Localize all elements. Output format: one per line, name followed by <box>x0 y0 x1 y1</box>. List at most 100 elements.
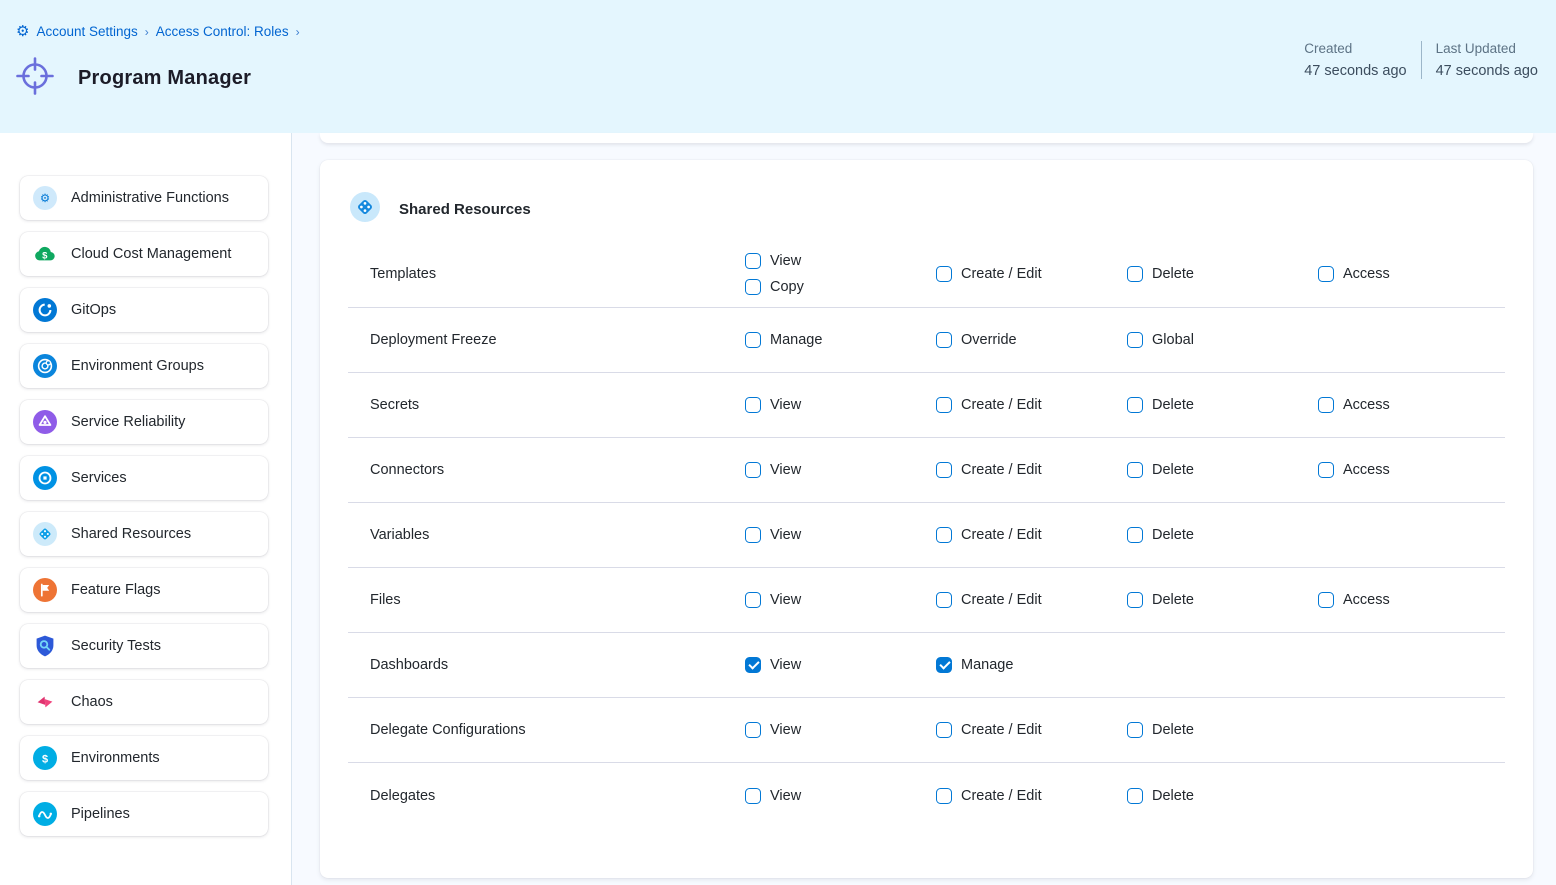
breadcrumb-access-control-roles[interactable]: Access Control: Roles <box>156 24 289 39</box>
permission-row-dashboards: DashboardsViewManage <box>348 633 1505 698</box>
sidebar-item-cloud-cost-management[interactable]: $Cloud Cost Management <box>20 232 268 276</box>
checkbox-delegate-configurations-delete[interactable] <box>1127 722 1143 738</box>
title-row: Program Manager <box>13 54 251 103</box>
permission-option: View <box>745 657 936 673</box>
permission-cell: Manage <box>936 645 1127 685</box>
permission-label: Copy <box>770 279 804 295</box>
checkbox-connectors-access[interactable] <box>1318 462 1334 478</box>
sidebar-item-environments[interactable]: $Environments <box>20 736 268 780</box>
sidebar-item-feature-flags[interactable]: Feature Flags <box>20 568 268 612</box>
checkbox-secrets-view[interactable] <box>745 397 761 413</box>
checkbox-secrets-access[interactable] <box>1318 397 1334 413</box>
section-header: Shared Resources <box>350 192 1505 227</box>
checkbox-templates-view[interactable] <box>745 253 761 269</box>
permission-label: Access <box>1343 397 1390 413</box>
permission-option: Create / Edit <box>936 592 1127 608</box>
checkbox-files-access[interactable] <box>1318 592 1334 608</box>
created-label: Created <box>1304 41 1406 56</box>
permission-cell <box>1318 328 1509 352</box>
permission-label: Global <box>1152 332 1194 348</box>
svg-text:⚙: ⚙ <box>40 193 50 205</box>
permission-option: Access <box>1318 462 1509 478</box>
sidebar-item-shared-resources[interactable]: Shared Resources <box>20 512 268 556</box>
sidebar-item-chaos[interactable]: Chaos <box>20 680 268 724</box>
permission-cell: Create / Edit <box>936 710 1127 750</box>
sidebar-item-gitops[interactable]: GitOps <box>20 288 268 332</box>
created-value: 47 seconds ago <box>1304 63 1406 79</box>
permission-option: View <box>745 397 936 413</box>
sidebar-item-services[interactable]: Services <box>20 456 268 500</box>
permission-cell: View <box>745 776 936 816</box>
checkbox-variables-create-edit[interactable] <box>936 527 952 543</box>
checkbox-delegates-view[interactable] <box>745 788 761 804</box>
checkbox-variables-view[interactable] <box>745 527 761 543</box>
permission-label: View <box>770 527 801 543</box>
checkbox-delegate-configurations-view[interactable] <box>745 722 761 738</box>
checkbox-secrets-create-edit[interactable] <box>936 397 952 413</box>
sidebar-item-environment-groups[interactable]: Environment Groups <box>20 344 268 388</box>
permission-label: Create / Edit <box>961 527 1042 543</box>
sidebar-item-label: GitOps <box>71 302 116 318</box>
checkbox-connectors-create-edit[interactable] <box>936 462 952 478</box>
checkbox-connectors-delete[interactable] <box>1127 462 1143 478</box>
permission-label: Delete <box>1152 592 1194 608</box>
sidebar-item-service-reliability[interactable]: Service Reliability <box>20 400 268 444</box>
checkbox-dashboards-manage[interactable] <box>936 657 952 673</box>
breadcrumb-account-settings[interactable]: Account Settings <box>36 24 137 39</box>
checkbox-deployment-freeze-manage[interactable] <box>745 332 761 348</box>
checkbox-deployment-freeze-override[interactable] <box>936 332 952 348</box>
permission-label: Delete <box>1152 527 1194 543</box>
checkbox-files-delete[interactable] <box>1127 592 1143 608</box>
breadcrumb: ⚙ Account Settings › Access Control: Rol… <box>16 24 300 39</box>
gear-icon: ⚙ <box>16 24 29 39</box>
checkbox-files-create-edit[interactable] <box>936 592 952 608</box>
permission-cell: Access <box>1318 385 1509 425</box>
checkbox-variables-delete[interactable] <box>1127 527 1143 543</box>
permission-label: View <box>770 397 801 413</box>
checkbox-delegates-create-edit[interactable] <box>936 788 952 804</box>
chaos-icon <box>33 690 57 714</box>
role-crosshair-icon <box>13 54 57 103</box>
last-updated-label: Last Updated <box>1436 41 1538 56</box>
resource-label: Connectors <box>370 462 745 478</box>
sidebar-item-label: Administrative Functions <box>71 190 229 206</box>
sidebar-item-label: Chaos <box>71 694 113 710</box>
permission-cell <box>1318 718 1509 742</box>
checkbox-files-view[interactable] <box>745 592 761 608</box>
checkbox-templates-copy[interactable] <box>745 279 761 295</box>
permission-cell: Delete <box>1127 515 1318 555</box>
resource-label: Variables <box>370 527 745 543</box>
sidebar-item-security-tests[interactable]: Security Tests <box>20 624 268 668</box>
permission-option: Global <box>1127 332 1318 348</box>
services-icon <box>33 466 57 490</box>
app-body: ⚙ Administrative Functions $Cloud Cost Man… <box>0 133 1556 885</box>
permission-cell: Create / Edit <box>936 385 1127 425</box>
resource-label: Delegates <box>370 788 745 804</box>
permission-label: View <box>770 253 801 269</box>
checkbox-delegate-configurations-create-edit[interactable] <box>936 722 952 738</box>
checkbox-dashboards-view[interactable] <box>745 657 761 673</box>
permission-label: Create / Edit <box>961 788 1042 804</box>
checkbox-templates-access[interactable] <box>1318 266 1334 282</box>
permission-cell: Access <box>1318 254 1509 294</box>
environments-icon: $ <box>33 746 57 770</box>
checkbox-deployment-freeze-global[interactable] <box>1127 332 1143 348</box>
checkbox-delegates-delete[interactable] <box>1127 788 1143 804</box>
sidebar-item-pipelines[interactable]: Pipelines <box>20 792 268 836</box>
permission-option: Delete <box>1127 397 1318 413</box>
permission-row-secrets: SecretsViewCreate / EditDeleteAccess <box>348 373 1505 438</box>
permission-option: View <box>745 253 936 269</box>
checkbox-templates-delete[interactable] <box>1127 266 1143 282</box>
permission-cell: Create / Edit <box>936 515 1127 555</box>
pipelines-icon <box>33 802 57 826</box>
checkbox-secrets-delete[interactable] <box>1127 397 1143 413</box>
feature-flags-icon <box>33 578 57 602</box>
permission-label: Create / Edit <box>961 266 1042 282</box>
checkbox-connectors-view[interactable] <box>745 462 761 478</box>
permission-row-delegate-configurations: Delegate ConfigurationsViewCreate / Edit… <box>348 698 1505 763</box>
permission-cell <box>1127 653 1318 677</box>
permission-row-connectors: ConnectorsViewCreate / EditDeleteAccess <box>348 438 1505 503</box>
sidebar-item-administrative-functions[interactable]: ⚙ Administrative Functions <box>20 176 268 220</box>
permission-cell: Manage <box>745 320 936 360</box>
checkbox-templates-create-edit[interactable] <box>936 266 952 282</box>
